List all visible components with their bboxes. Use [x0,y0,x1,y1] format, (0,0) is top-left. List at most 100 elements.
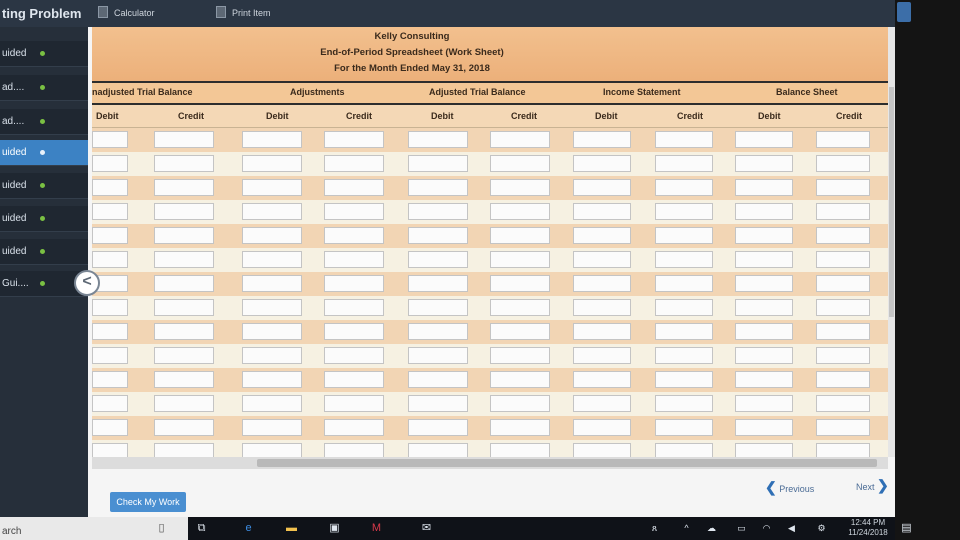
vertical-scrollbar[interactable] [888,27,895,457]
credit-input-cell[interactable] [154,251,214,268]
credit-input-cell[interactable] [490,299,550,316]
credit-input-cell[interactable] [324,227,384,244]
debit-input-cell[interactable] [242,227,302,244]
debit-input-cell[interactable] [735,395,793,412]
debit-input-cell[interactable] [242,419,302,436]
debit-input-cell[interactable] [408,419,468,436]
debit-input-cell[interactable] [92,131,128,148]
debit-input-cell[interactable] [735,419,793,436]
debit-input-cell[interactable] [408,347,468,364]
file-explorer-icon[interactable]: ▬ [285,522,298,535]
sidebar-item-2[interactable]: ad.... [0,75,88,101]
debit-input-cell[interactable] [408,323,468,340]
sidebar-item-5[interactable]: uided [0,173,88,199]
credit-input-cell[interactable] [655,275,713,292]
credit-input-cell[interactable] [490,275,550,292]
sidebar-item-7[interactable]: uided [0,239,88,265]
credit-input-cell[interactable] [154,323,214,340]
debit-input-cell[interactable] [242,275,302,292]
check-my-work-button[interactable]: Check My Work [110,492,186,512]
credit-input-cell[interactable] [154,371,214,388]
debit-input-cell[interactable] [242,203,302,220]
debit-input-cell[interactable] [735,371,793,388]
cortana-icon[interactable]: ▯ [155,522,168,535]
credit-input-cell[interactable] [324,275,384,292]
sidebar-item-6[interactable]: uided [0,206,88,232]
credit-input-cell[interactable] [324,323,384,340]
credit-input-cell[interactable] [816,395,870,412]
credit-input-cell[interactable] [655,395,713,412]
credit-input-cell[interactable] [324,131,384,148]
debit-input-cell[interactable] [573,131,631,148]
debit-input-cell[interactable] [242,131,302,148]
credit-input-cell[interactable] [324,203,384,220]
credit-input-cell[interactable] [324,299,384,316]
debit-input-cell[interactable] [92,395,128,412]
window-scroll-button[interactable] [897,2,911,22]
credit-input-cell[interactable] [655,371,713,388]
credit-input-cell[interactable] [490,203,550,220]
credit-input-cell[interactable] [816,155,870,172]
task-view-icon[interactable]: ⧉ [195,522,208,535]
debit-input-cell[interactable] [573,347,631,364]
credit-input-cell[interactable] [816,251,870,268]
sidebar-item-4-active[interactable]: uided [0,140,88,166]
credit-input-cell[interactable] [655,203,713,220]
credit-input-cell[interactable] [490,371,550,388]
credit-input-cell[interactable] [154,347,214,364]
debit-input-cell[interactable] [735,179,793,196]
debit-input-cell[interactable] [242,443,302,457]
mail-icon[interactable]: ✉ [420,522,433,535]
debit-input-cell[interactable] [408,227,468,244]
debit-input-cell[interactable] [408,275,468,292]
credit-input-cell[interactable] [154,395,214,412]
credit-input-cell[interactable] [816,371,870,388]
credit-input-cell[interactable] [154,179,214,196]
credit-input-cell[interactable] [655,299,713,316]
credit-input-cell[interactable] [154,131,214,148]
debit-input-cell[interactable] [92,347,128,364]
debit-input-cell[interactable] [92,371,128,388]
debit-input-cell[interactable] [573,395,631,412]
debit-input-cell[interactable] [408,251,468,268]
credit-input-cell[interactable] [490,347,550,364]
credit-input-cell[interactable] [154,203,214,220]
credit-input-cell[interactable] [655,419,713,436]
debit-input-cell[interactable] [92,227,128,244]
debit-input-cell[interactable] [573,323,631,340]
debit-input-cell[interactable] [408,443,468,457]
debit-input-cell[interactable] [573,251,631,268]
debit-input-cell[interactable] [408,371,468,388]
battery-icon[interactable]: ▭ [735,522,748,535]
credit-input-cell[interactable] [655,251,713,268]
vertical-scroll-thumb[interactable] [889,87,894,317]
credit-input-cell[interactable] [816,275,870,292]
credit-input-cell[interactable] [816,443,870,457]
debit-input-cell[interactable] [735,299,793,316]
debit-input-cell[interactable] [573,371,631,388]
debit-input-cell[interactable] [573,227,631,244]
next-button[interactable]: Next ❯ [856,477,889,494]
taskbar-clock[interactable]: 12:44 PM 11/24/2018 [842,518,894,538]
debit-input-cell[interactable] [92,299,128,316]
sidebar-item-3[interactable]: ad.... [0,109,88,135]
credit-input-cell[interactable] [816,419,870,436]
credit-input-cell[interactable] [324,155,384,172]
credit-input-cell[interactable] [816,203,870,220]
debit-input-cell[interactable] [735,227,793,244]
credit-input-cell[interactable] [816,179,870,196]
action-center-icon[interactable]: ▤ [900,522,913,535]
debit-input-cell[interactable] [735,347,793,364]
debit-input-cell[interactable] [735,155,793,172]
debit-input-cell[interactable] [735,323,793,340]
credit-input-cell[interactable] [154,227,214,244]
credit-input-cell[interactable] [324,443,384,457]
credit-input-cell[interactable] [154,299,214,316]
credit-input-cell[interactable] [655,155,713,172]
credit-input-cell[interactable] [655,227,713,244]
debit-input-cell[interactable] [92,323,128,340]
credit-input-cell[interactable] [816,347,870,364]
debit-input-cell[interactable] [573,443,631,457]
debit-input-cell[interactable] [573,299,631,316]
debit-input-cell[interactable] [92,251,128,268]
